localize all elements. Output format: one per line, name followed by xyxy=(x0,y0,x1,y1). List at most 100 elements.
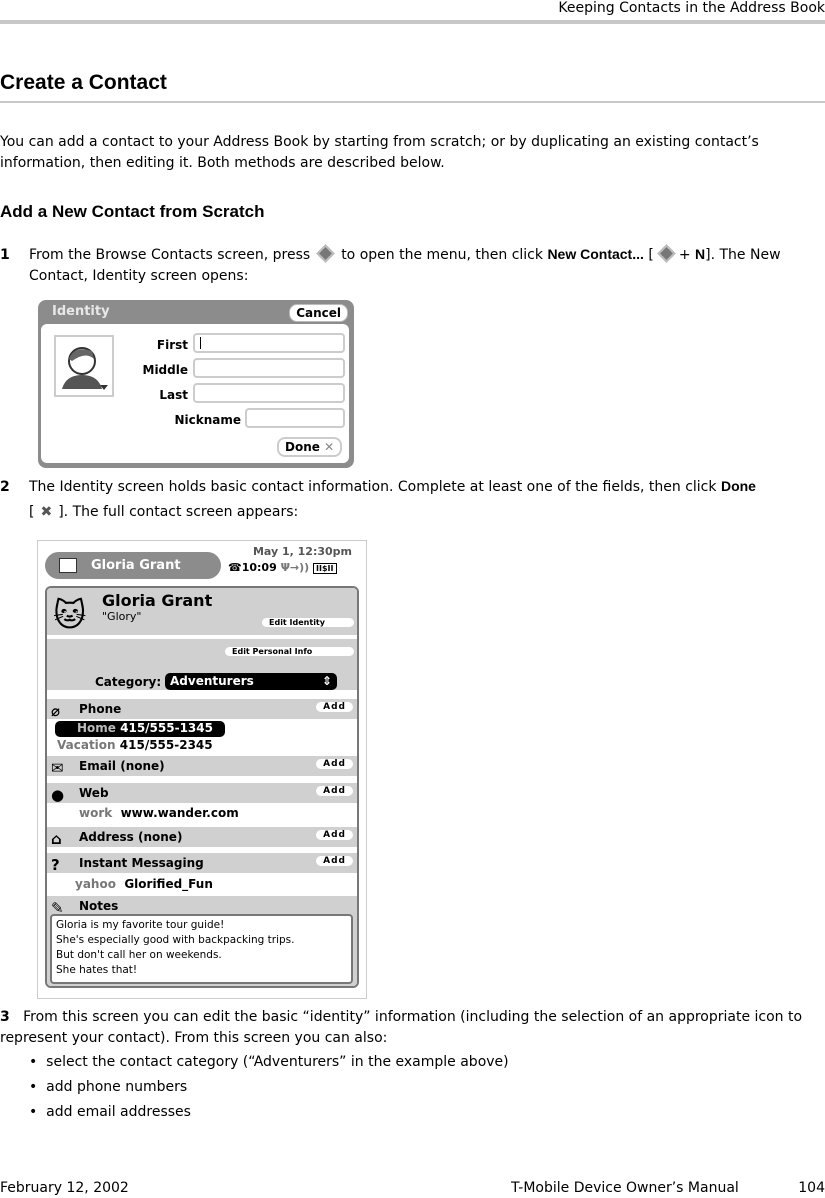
web-type: work xyxy=(79,806,113,820)
header-divider xyxy=(0,20,825,24)
section-label: Web xyxy=(79,786,109,800)
avatar-boy-icon xyxy=(62,347,108,390)
menu-key-icon xyxy=(657,244,676,263)
step-number: 3 xyxy=(0,1009,10,1025)
page-number: 104 xyxy=(798,1180,825,1196)
section-label: Notes xyxy=(79,899,119,913)
step-text: ]. The full contact screen appears: xyxy=(58,504,299,520)
subsection-title: Add a New Contact from Scratch xyxy=(0,202,265,221)
notes-line: She hates that! xyxy=(56,964,138,976)
step-3: 3 From this screen you can edit the basi… xyxy=(0,1007,820,1049)
add-web-button[interactable]: Add xyxy=(316,786,353,796)
button-name: Done xyxy=(720,478,756,494)
cat-avatar-icon: 🐱 xyxy=(53,596,87,634)
category-select[interactable]: Adventurers ⇕ xyxy=(165,673,337,690)
phone-type: Vacation xyxy=(57,738,116,752)
folder-icon xyxy=(59,558,77,573)
status-bar: ☎10:09 Ψ→)) II$II xyxy=(228,561,337,574)
step-1: 1 From the Browse Contacts screen, press… xyxy=(0,244,820,287)
phone-handset-icon: ⌀ xyxy=(51,702,61,720)
last-label: Last xyxy=(159,388,188,402)
globe-icon: ● xyxy=(51,786,65,804)
date-time: May 1, 12:30pm xyxy=(252,545,352,558)
step-text: + xyxy=(678,247,691,263)
add-email-button[interactable]: Add xyxy=(316,759,353,769)
phone-section: ⌀ Phone Add xyxy=(47,699,357,720)
im-section: ? Instant Messaging Add xyxy=(47,853,357,874)
nickname-label: Nickname xyxy=(174,413,241,427)
notes-line: Gloria is my favorite tour guide! xyxy=(56,919,225,931)
notes-line: She's especially good with backpacking t… xyxy=(56,934,295,946)
step-number: 2 xyxy=(0,479,10,495)
add-im-button[interactable]: Add xyxy=(316,856,353,866)
address-section: ⌂ Address (none) Add xyxy=(47,827,357,848)
identity-form: First Middle Last Nickname Done ✕ xyxy=(41,324,349,463)
im-handle: Glorified_Fun xyxy=(124,877,213,891)
shortcut-key: N xyxy=(695,246,706,262)
web-entry[interactable]: work www.wander.com xyxy=(79,806,239,820)
close-x-icon: ✖ xyxy=(40,504,53,520)
notes-field[interactable]: Gloria is my favorite tour guide! She's … xyxy=(50,914,353,984)
email-section: ✉ Email (none) Add xyxy=(47,756,357,777)
menu-key-icon xyxy=(316,244,335,263)
web-url: www.wander.com xyxy=(120,806,239,820)
section-title: Create a Contact xyxy=(0,71,167,94)
im-entry[interactable]: yahoo Glorified_Fun xyxy=(75,877,213,891)
done-button[interactable]: Done ✕ xyxy=(277,437,343,457)
email-icon: ✉ xyxy=(51,759,64,777)
phone-entry[interactable]: Vacation 415/555-2345 xyxy=(57,738,213,752)
step-text: [ xyxy=(29,504,35,520)
title-divider xyxy=(0,101,825,103)
call-time: 10:09 xyxy=(241,561,277,574)
battery-icon: II$II xyxy=(313,563,337,574)
last-name-input[interactable] xyxy=(193,383,345,403)
phone-number: 415/555-2345 xyxy=(119,738,213,752)
footer-manual: T-Mobile Device Owner’s Manual xyxy=(511,1180,739,1196)
middle-name-input[interactable] xyxy=(193,358,345,378)
phone-entry[interactable]: Home 415/555-1345 xyxy=(55,721,225,737)
bullet-item: • select the contact category (“Adventur… xyxy=(29,1054,509,1070)
section-label: Instant Messaging xyxy=(79,856,204,870)
contact-screenshot: Gloria Grant May 1, 12:30pm ☎10:09 Ψ→)) … xyxy=(37,540,367,999)
bullet-item: • add email addresses xyxy=(29,1104,191,1120)
im-type: yahoo xyxy=(75,877,116,891)
mailbox-icon: ⌂ xyxy=(51,830,62,848)
tab-title: Gloria Grant xyxy=(91,558,181,573)
step-text: [ xyxy=(648,247,654,263)
running-header: Keeping Contacts in the Address Book xyxy=(558,0,825,16)
bullet-item: • add phone numbers xyxy=(29,1079,188,1095)
step-text: From this screen you can edit the basic … xyxy=(0,1009,803,1046)
section-label: Address (none) xyxy=(79,830,183,844)
contact-name: Gloria Grant xyxy=(102,591,213,610)
add-address-button[interactable]: Add xyxy=(316,830,353,840)
first-name-input[interactable] xyxy=(193,333,345,353)
intro-paragraph: You can add a contact to your Address Bo… xyxy=(0,134,759,171)
step-2: 2 The Identity screen holds basic contac… xyxy=(0,475,820,525)
cancel-button[interactable]: Cancel xyxy=(289,304,348,322)
add-phone-button[interactable]: Add xyxy=(316,702,353,712)
updown-icon: ⇕ xyxy=(321,674,332,688)
category-label: Category: xyxy=(95,675,162,689)
close-x-icon: ✕ xyxy=(324,440,335,454)
nickname-input[interactable] xyxy=(245,408,345,428)
phone-number: 415/555-1345 xyxy=(120,721,213,735)
bullet-text: add email addresses xyxy=(46,1104,191,1120)
step-text: The Identity screen holds basic contact … xyxy=(29,479,717,495)
speech-bubble-icon: ? xyxy=(51,856,60,874)
avatar-picker[interactable] xyxy=(54,335,114,397)
section-label: Email (none) xyxy=(79,759,165,773)
web-section: ● Web Add xyxy=(47,783,357,804)
section-label: Phone xyxy=(79,702,122,716)
contact-panel: 🐱 Gloria Grant "Glory" Edit Identity Edi… xyxy=(45,586,359,988)
edit-identity-button[interactable]: Edit Identity xyxy=(262,618,354,627)
edit-personal-info-button[interactable]: Edit Personal Info xyxy=(225,647,354,656)
middle-label: Middle xyxy=(142,363,189,377)
step-text: From the Browse Contacts screen, press xyxy=(29,247,311,263)
identity-title: Identity xyxy=(52,304,110,319)
phone-type: Home xyxy=(77,721,116,735)
bullet-text: add phone numbers xyxy=(46,1079,188,1095)
footer-date: February 12, 2002 xyxy=(0,1180,129,1196)
bullet-text: select the contact category (“Adventurer… xyxy=(46,1054,509,1070)
step-text: to open the menu, then click xyxy=(341,247,543,263)
first-label: First xyxy=(156,338,188,352)
